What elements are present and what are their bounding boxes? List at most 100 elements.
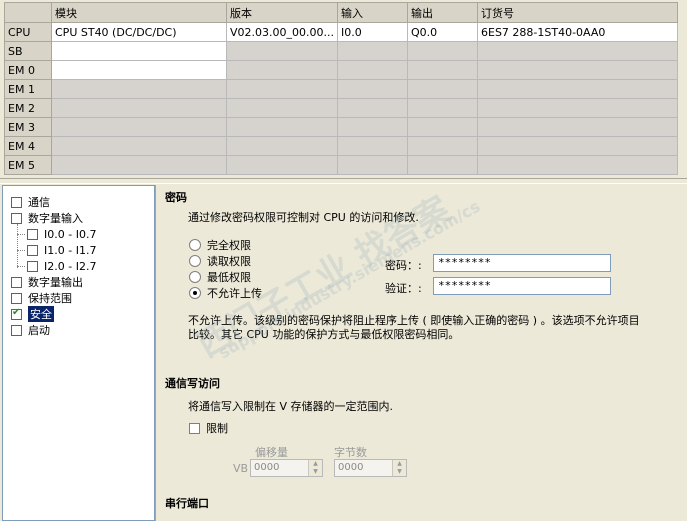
security-panel: 密码 通过修改密码权限可控制对 CPU 的访问和修改. 完全权限 读取权限 最低…	[155, 185, 687, 521]
module-cell[interactable]	[51, 41, 227, 61]
tree-item-retentive[interactable]: 保持范围	[11, 290, 72, 306]
tree-item-i1[interactable]: I1.0 - I1.7	[27, 242, 96, 258]
order-cell	[477, 117, 678, 137]
version-cell	[226, 155, 338, 175]
row-label: EM 4	[4, 136, 52, 156]
header-output[interactable]: 输出	[407, 2, 478, 23]
limit-checkbox[interactable]: 限制	[189, 420, 228, 436]
header-input[interactable]: 输入	[337, 2, 408, 23]
version-cell: V02.03.00_00.00...	[226, 22, 338, 42]
radio-label: 最低权限	[207, 271, 251, 284]
tree-item-i2[interactable]: I2.0 - I2.7	[27, 258, 96, 274]
verify-password-field[interactable]: ********	[433, 277, 611, 295]
tree-item-security[interactable]: 安全	[11, 306, 54, 322]
radio-label: 不允许上传	[207, 287, 262, 300]
vb-label: VB	[233, 462, 249, 475]
row-label: EM 1	[4, 79, 52, 99]
down-arrow-icon[interactable]: ▼	[393, 468, 406, 476]
order-cell: 6ES7 288-1ST40-0AA0	[477, 22, 678, 42]
module-cell[interactable]	[51, 117, 227, 137]
up-arrow-icon[interactable]: ▲	[309, 460, 322, 468]
tree-item-digital-inputs[interactable]: 数字量输入	[11, 210, 83, 226]
checkbox-icon	[11, 276, 22, 288]
tree-item-communication[interactable]: 通信	[11, 194, 50, 210]
module-cell[interactable]	[51, 98, 227, 118]
table-row-em5[interactable]: EM 5	[4, 155, 678, 175]
radio-minimum-access[interactable]: 最低权限	[189, 269, 251, 285]
radio-icon	[189, 239, 201, 251]
table-row-em2[interactable]: EM 2	[4, 98, 678, 118]
output-cell	[407, 117, 478, 137]
password-section-title: 密码	[165, 191, 187, 204]
offset-stepper[interactable]: 0000 ▲ ▼	[250, 459, 323, 477]
table-row-sb[interactable]: SB	[4, 41, 678, 61]
version-cell	[226, 136, 338, 156]
input-cell	[337, 79, 408, 99]
radio-read-access[interactable]: 读取权限	[189, 253, 251, 269]
table-row-em0[interactable]: EM 0	[4, 60, 678, 80]
module-cell[interactable]	[51, 155, 227, 175]
radio-full-access[interactable]: 完全权限	[189, 237, 251, 253]
tree-connector	[17, 224, 18, 268]
checkbox-icon	[11, 212, 22, 224]
header-order-number[interactable]: 订货号	[477, 2, 678, 23]
bytes-stepper[interactable]: 0000 ▲ ▼	[334, 459, 407, 477]
tree-item-startup[interactable]: 启动	[11, 322, 50, 338]
module-cell[interactable]	[51, 60, 227, 80]
config-tree: 通信 数字量输入 I0.0 - I0.7 I1.0 - I1.7 I2.0 - …	[2, 185, 155, 521]
offset-value: 0000	[251, 460, 308, 476]
version-cell	[226, 117, 338, 137]
table-row-em4[interactable]: EM 4	[4, 136, 678, 156]
tree-item-i0[interactable]: I0.0 - I0.7	[27, 226, 96, 242]
table-row-em3[interactable]: EM 3	[4, 117, 678, 137]
tree-item-label: 保持范围	[28, 292, 72, 305]
tree-connector	[17, 250, 25, 251]
version-cell	[226, 41, 338, 61]
header-module[interactable]: 模块	[51, 2, 227, 23]
tree-item-label: 通信	[28, 196, 50, 209]
radio-selected-icon	[189, 287, 201, 299]
tree-item-label: I1.0 - I1.7	[44, 243, 97, 257]
order-cell	[477, 41, 678, 61]
tree-item-label: 安全	[28, 306, 54, 322]
checkbox-icon	[11, 196, 22, 208]
table-row-em1[interactable]: EM 1	[4, 79, 678, 99]
input-cell	[337, 155, 408, 175]
tree-item-label: 数字量输出	[28, 276, 83, 289]
output-cell	[407, 41, 478, 61]
tree-item-digital-outputs[interactable]: 数字量输出	[11, 274, 83, 290]
header-cell	[4, 2, 52, 23]
tree-connector	[17, 266, 25, 267]
tree-item-label: I2.0 - I2.7	[44, 259, 97, 273]
module-cell[interactable]	[51, 136, 227, 156]
output-cell	[407, 60, 478, 80]
module-cell[interactable]	[51, 79, 227, 99]
order-cell	[477, 79, 678, 99]
row-label: SB	[4, 41, 52, 61]
table-row-cpu[interactable]: CPU CPU ST40 (DC/DC/DC) V02.03.00_00.00.…	[4, 22, 678, 42]
module-cell[interactable]: CPU ST40 (DC/DC/DC)	[51, 22, 227, 42]
up-arrow-icon[interactable]: ▲	[393, 460, 406, 468]
verify-label: 验证：:	[385, 282, 422, 295]
header-version[interactable]: 版本	[226, 2, 338, 23]
checked-checkbox-icon	[11, 307, 22, 320]
down-arrow-icon[interactable]: ▼	[309, 468, 322, 476]
row-label: EM 3	[4, 117, 52, 137]
tree-item-label: I0.0 - I0.7	[44, 227, 97, 241]
checkbox-icon	[27, 260, 38, 272]
radio-label: 读取权限	[207, 255, 251, 268]
output-cell	[407, 136, 478, 156]
pane-splitter[interactable]	[0, 178, 687, 184]
checkbox-icon	[189, 422, 200, 434]
serial-port-section-title: 串行端口	[165, 497, 209, 510]
radio-label: 完全权限	[207, 239, 251, 252]
checkbox-icon	[11, 324, 22, 336]
password-field[interactable]: ********	[433, 254, 611, 272]
output-cell	[407, 98, 478, 118]
bytes-label: 字节数	[334, 446, 367, 459]
row-label: EM 0	[4, 60, 52, 80]
radio-no-upload[interactable]: 不允许上传	[189, 285, 262, 301]
tree-connector	[17, 234, 25, 235]
radio-icon	[189, 271, 201, 283]
password-description: 通过修改密码权限可控制对 CPU 的访问和修改.	[188, 211, 419, 224]
